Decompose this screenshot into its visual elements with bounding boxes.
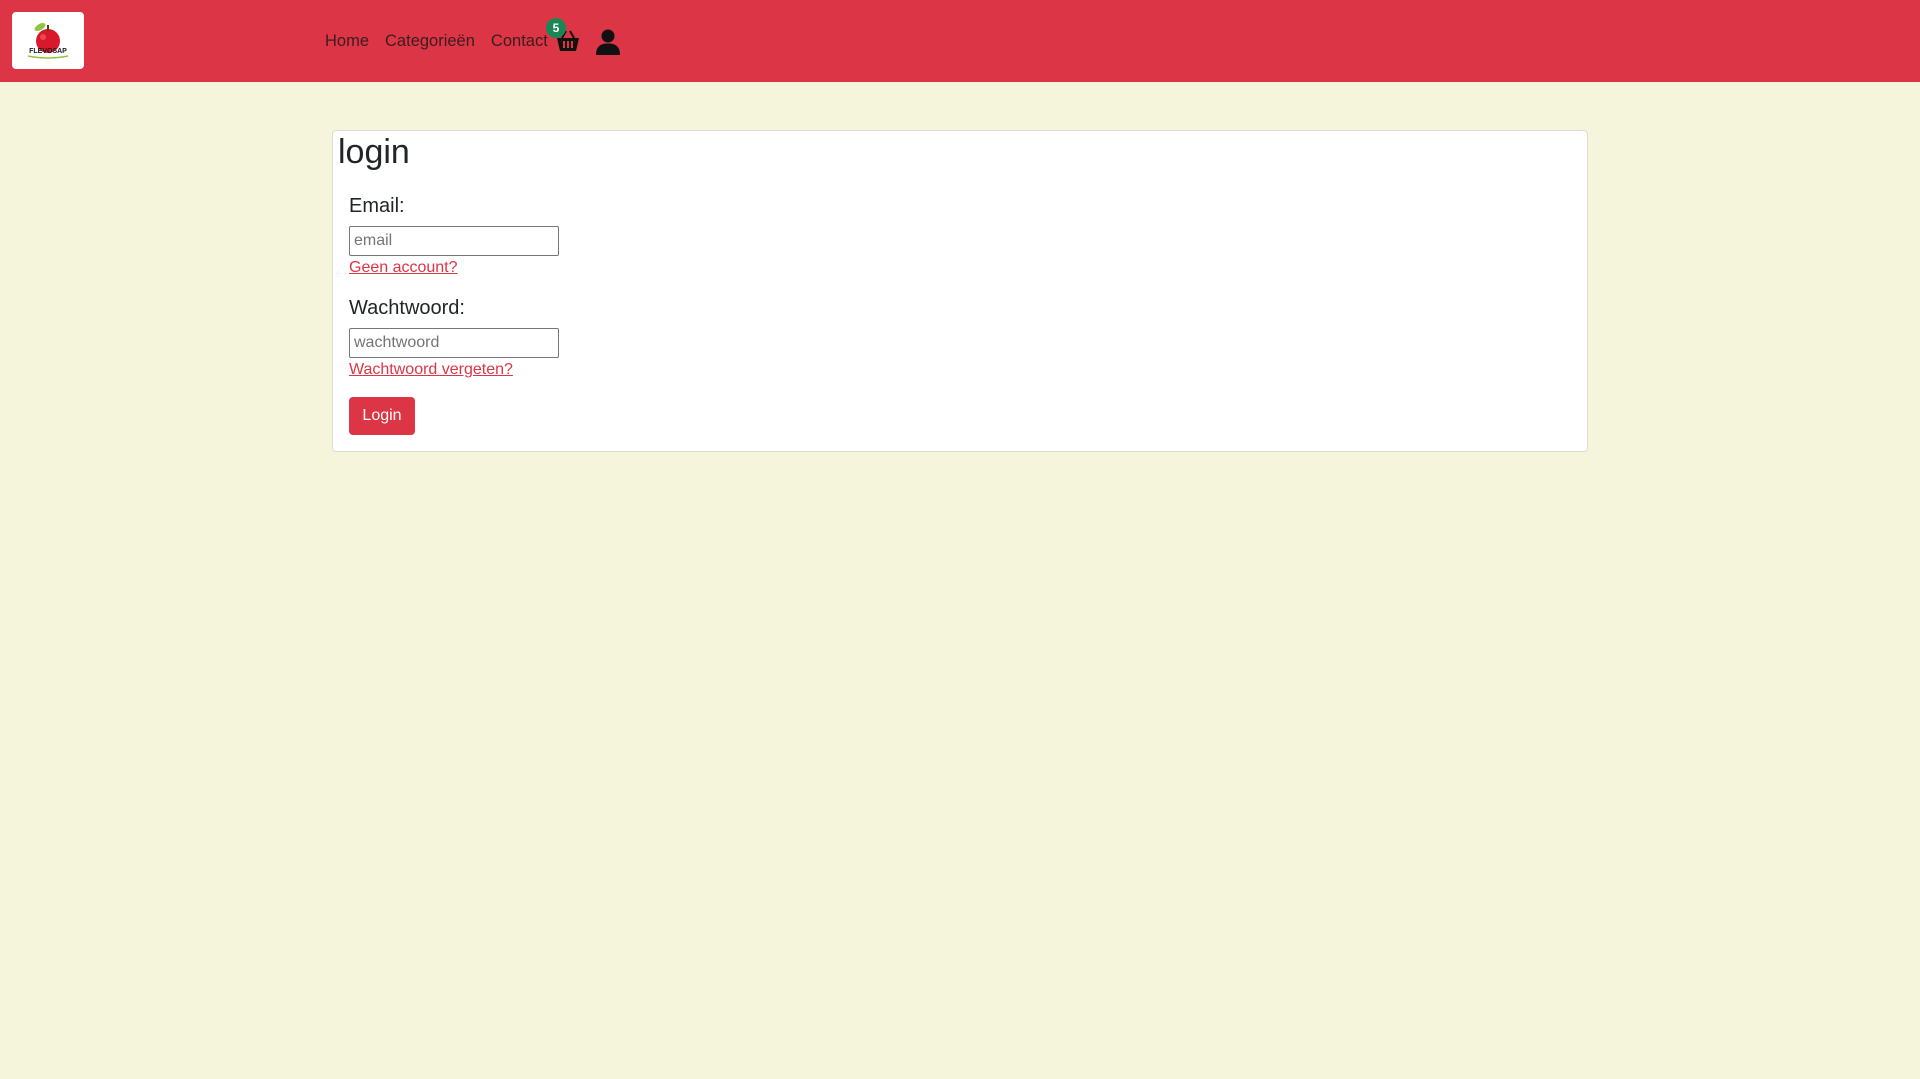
nav-home-link[interactable]: Home [325,32,369,51]
login-card: login Email: Geen account? Wachtwoord: W… [332,130,1588,452]
nav-contact-link[interactable]: Contact [491,32,548,51]
svg-text:FLEVOSAP: FLEVOSAP [29,48,67,55]
account-button[interactable] [595,28,621,55]
cart-count-badge: 5 [546,18,566,38]
login-button[interactable]: Login [349,397,415,435]
brand-logo[interactable]: FLEVOSAP [12,12,84,69]
email-label: Email: [349,195,405,217]
page-title: login [338,133,410,171]
no-account-link[interactable]: Geen account? [349,259,458,277]
user-icon [596,29,620,55]
forgot-password-link[interactable]: Wachtwoord vergeten? [349,361,513,379]
nav-categories-link[interactable]: Categorieën [385,32,475,51]
password-field[interactable] [349,328,559,358]
main-nav: Home Categorieën Contact [325,0,564,82]
email-field[interactable] [349,226,559,256]
password-label: Wachtwoord: [349,297,465,319]
apple-logo-icon: FLEVOSAP [27,23,69,59]
top-navbar: FLEVOSAP Home Categorieën Contact 5 [0,0,1920,82]
